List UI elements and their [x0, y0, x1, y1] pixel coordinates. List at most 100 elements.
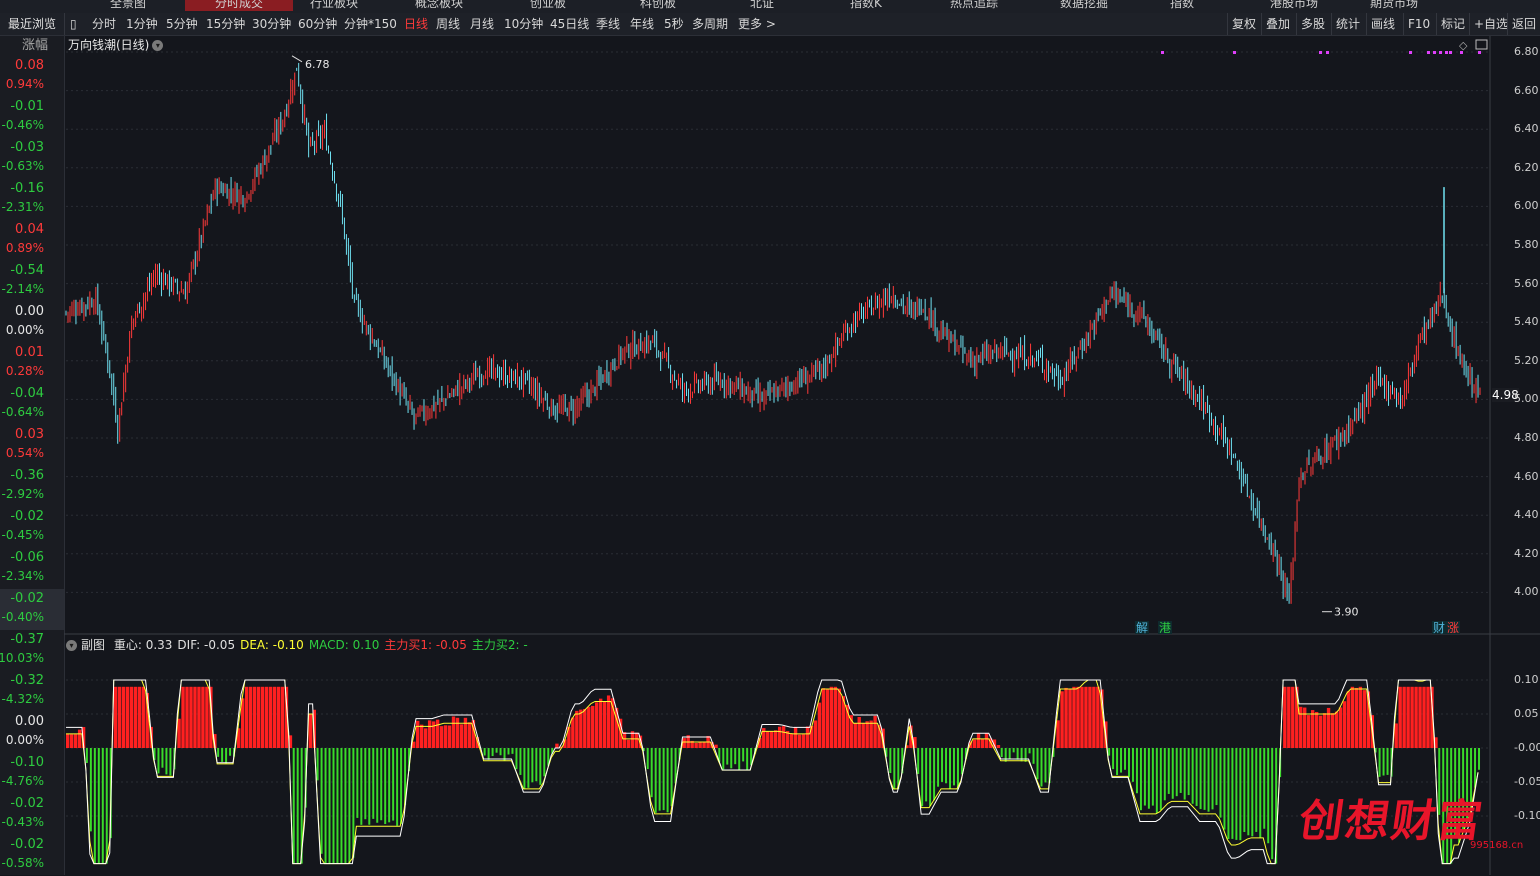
- macd-bar: [949, 748, 951, 789]
- macd-bar: [941, 748, 944, 782]
- macd-bar: [272, 686, 277, 748]
- macd-bar: [1283, 686, 1287, 748]
- macd-bar: [519, 748, 522, 775]
- macd-bar: [1179, 748, 1182, 793]
- chevron-down-icon[interactable]: ▾: [66, 640, 77, 651]
- macd-bar: [579, 709, 583, 748]
- macd-bar: [1263, 748, 1266, 829]
- event-marker[interactable]: 解: [1136, 621, 1148, 635]
- price-axis-label: 6.20: [1514, 160, 1539, 174]
- macd-bar: [169, 748, 172, 776]
- macd-bar: [929, 748, 932, 806]
- macd-bar: [1402, 686, 1406, 748]
- macd-bar: [340, 748, 343, 864]
- macd-bar: [77, 729, 82, 748]
- event-marker[interactable]: 财: [1433, 621, 1445, 635]
- macd-bar: [805, 726, 810, 748]
- macd-bar: [738, 748, 741, 771]
- macd-bar: [427, 720, 432, 748]
- macd-bar: [1004, 748, 1007, 762]
- signal-dot: [1433, 51, 1436, 54]
- high-price-label: 6.78: [305, 58, 330, 71]
- macd-bar: [1227, 748, 1230, 840]
- macd-bar: [1155, 748, 1158, 814]
- macd-bar: [1478, 748, 1481, 770]
- macd-bar: [1207, 748, 1210, 812]
- macd-bar: [833, 686, 838, 748]
- macd-bar: [980, 738, 985, 748]
- macd-bar: [1116, 748, 1119, 776]
- macd-bar: [113, 686, 118, 748]
- watermark-url: 995168.cn: [1470, 840, 1524, 851]
- macd-bar: [1338, 707, 1343, 748]
- macd-bar: [1406, 686, 1410, 748]
- macd-bar: [1291, 686, 1295, 748]
- macd-bar: [1418, 686, 1422, 748]
- macd-bar: [264, 686, 269, 748]
- macd-bar: [197, 686, 201, 748]
- macd-bar: [1151, 748, 1154, 806]
- price-axis-label: 4.80: [1514, 431, 1539, 444]
- macd-bar: [1120, 748, 1123, 773]
- macd-bar: [539, 748, 542, 785]
- macd-bar: [141, 686, 145, 748]
- macd-bar: [654, 748, 657, 813]
- macd-bar: [1175, 748, 1178, 797]
- macd-bar: [1306, 715, 1311, 748]
- macd-bar: [447, 725, 452, 748]
- macd-bar: [1147, 748, 1150, 809]
- indicator-value: DIF: -0.05: [177, 638, 236, 652]
- macd-bar: [511, 748, 514, 754]
- macd-bar: [634, 732, 639, 748]
- macd-bar: [722, 748, 725, 770]
- macd-bar: [121, 686, 126, 748]
- signal-dot: [1449, 51, 1452, 54]
- macd-bar: [201, 686, 205, 748]
- macd-bar: [1314, 711, 1319, 748]
- macd-bar: [658, 748, 661, 811]
- macd-bar: [1012, 748, 1015, 753]
- macd-bar: [1350, 686, 1355, 748]
- macd-bar: [543, 748, 546, 777]
- macd-bar: [1060, 691, 1064, 748]
- macd-bar: [591, 705, 595, 748]
- macd-bar: [1044, 748, 1047, 783]
- macd-bar: [956, 748, 959, 790]
- macd-bar: [1096, 686, 1100, 748]
- event-marker[interactable]: 港: [1159, 621, 1171, 635]
- macd-bar: [364, 748, 367, 820]
- sub-chart-name[interactable]: 副图: [81, 638, 105, 652]
- macd-bar: [1036, 748, 1039, 780]
- macd-bar: [1199, 748, 1202, 810]
- macd-bar: [746, 748, 749, 771]
- macd-bar: [1287, 686, 1291, 748]
- macd-bar: [1183, 748, 1186, 800]
- macd-bar: [535, 748, 538, 782]
- price-axis-label: 4.40: [1514, 508, 1539, 522]
- macd-bar: [797, 734, 802, 748]
- macd-bar: [451, 716, 456, 748]
- event-marker[interactable]: 涨: [1447, 620, 1459, 635]
- macd-bar: [185, 686, 189, 748]
- signal-dot: [1233, 51, 1236, 54]
- macd-bar: [69, 734, 74, 748]
- macd-bar: [670, 748, 673, 807]
- macd-bar: [945, 748, 948, 784]
- kline-chart[interactable]: 6.78 3.90 ◇ 解港 财涨: [0, 0, 1540, 875]
- macd-bar: [734, 748, 737, 765]
- signal-dot: [1161, 51, 1164, 54]
- macd-bar: [1239, 748, 1242, 841]
- macd-bar: [889, 748, 892, 774]
- macd-bar: [702, 742, 706, 748]
- macd-bar: [602, 701, 607, 748]
- macd-bar: [1358, 686, 1363, 748]
- macd-bar: [268, 686, 273, 748]
- macd-bar: [1032, 748, 1035, 764]
- macd-bar: [821, 688, 826, 748]
- price-axis-label: 6.60: [1514, 83, 1539, 97]
- macd-bar: [857, 717, 861, 748]
- macd-bar: [1259, 748, 1262, 838]
- macd-bar: [1330, 713, 1335, 748]
- macd-bar: [1092, 686, 1096, 748]
- macd-bar: [742, 748, 745, 762]
